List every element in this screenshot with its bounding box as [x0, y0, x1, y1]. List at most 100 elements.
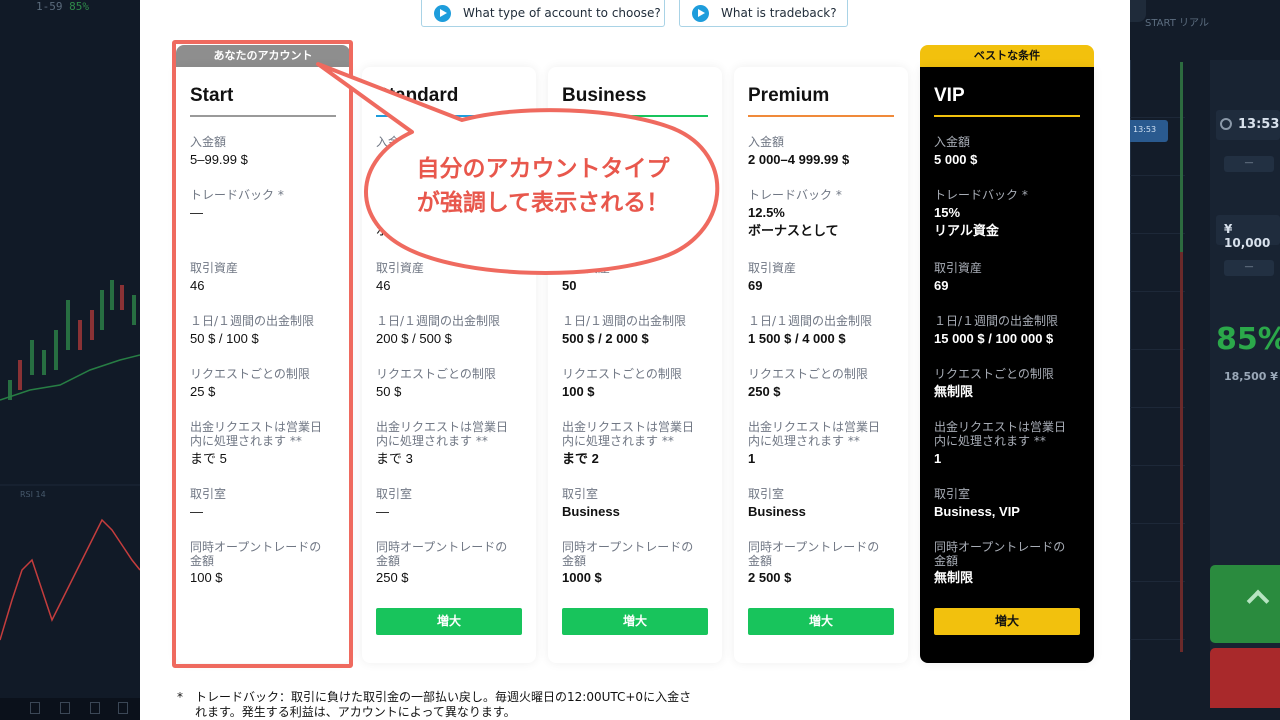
assets-label: 取引資産 — [190, 261, 239, 275]
deposit-value: 5 000 $ — [934, 152, 978, 167]
room-label: 取引室 — [748, 487, 785, 501]
assets-value: 46 — [376, 278, 391, 293]
upgrade-button-premium[interactable]: 増大 — [748, 608, 894, 635]
plan-title: Premium — [748, 85, 830, 106]
deposit-value: 5–99.99 $ — [190, 152, 248, 167]
plan-underline — [748, 115, 894, 117]
processing-value: まで 2 — [562, 451, 599, 466]
deposit-label: 入金額 — [190, 135, 227, 149]
callout-line-2: が強調して表示される！ — [416, 190, 670, 216]
tradeback-value: 15% — [934, 205, 961, 220]
chart-tool-icon[interactable] — [90, 702, 100, 714]
per-request-value: 無制限 — [934, 384, 974, 399]
upgrade-button-standard[interactable]: 増大 — [376, 608, 522, 635]
per-request-value: 25 $ — [190, 384, 216, 399]
plan-card-vip: VIP 入金額 5 000 $ トレードバック * 15% リアル資金 取引資産… — [920, 67, 1094, 663]
play-icon — [434, 4, 451, 22]
processing-value: 1 — [934, 451, 942, 466]
sell-down-button[interactable] — [1210, 648, 1280, 708]
open-trades-label: 同時オープントレードの金額 — [562, 540, 694, 568]
open-trades-value: 無制限 — [934, 570, 974, 585]
plan-title: VIP — [934, 85, 965, 106]
processing-label: 出金リクエストは営業日内に処理されます ** — [190, 420, 323, 448]
tradeback-label: トレードバック * — [190, 188, 284, 202]
room-label: 取引室 — [934, 487, 971, 501]
open-trades-value: 2 500 $ — [748, 570, 792, 585]
processing-label: 出金リクエストは営業日内に処理されます ** — [748, 420, 881, 448]
callout-text: 自分のアカウントタイプ が強調して表示される！ — [378, 152, 708, 220]
processing-value: 1 — [748, 451, 756, 466]
deposit-label: 入金額 — [934, 135, 971, 149]
tradeback-label: トレードバック * — [934, 188, 1028, 202]
open-trades-label: 同時オープントレードの金額 — [934, 540, 1066, 568]
withdraw-limit-value: 500 $ / 2 000 $ — [562, 331, 649, 346]
price-up-marker — [1180, 62, 1183, 252]
help-button-label: What is tradeback? — [721, 6, 837, 20]
current-account-badge: あなたのアカウント — [176, 45, 350, 67]
chart-tool-icon[interactable] — [30, 702, 40, 714]
upgrade-button-business[interactable]: 増大 — [562, 608, 708, 635]
processing-label: 出金リクエストは営業日内に処理されます ** — [934, 420, 1067, 448]
assets-value: 69 — [934, 278, 949, 293]
withdraw-limit-value: 1 500 $ / 4 000 $ — [748, 331, 846, 346]
plan-title: Start — [190, 85, 234, 106]
per-request-label: リクエストごとの制限 — [748, 367, 868, 381]
per-request-label: リクエストごとの制限 — [190, 367, 310, 381]
assets-label: 取引資産 — [376, 261, 425, 275]
assets-label: 取引資産 — [562, 261, 611, 275]
amount-input[interactable]: ¥ 10,000 — [1216, 215, 1280, 250]
open-trades-value: 1000 $ — [562, 570, 602, 585]
time-selector[interactable]: 13:53 — [1216, 110, 1280, 140]
per-request-value: 100 $ — [562, 384, 595, 399]
payout-percent: 85% — [1216, 322, 1280, 357]
tradeback-help-button[interactable]: What is tradeback? — [679, 0, 848, 27]
room-value: Business — [748, 504, 806, 519]
room-value: — — [190, 504, 203, 519]
tradeback-note: ボーナスとして — [562, 223, 653, 238]
per-request-label: リクエストごとの制限 — [562, 367, 682, 381]
plan-title: Standard — [376, 85, 459, 106]
deposit-label: 入金額 — [748, 135, 785, 149]
indicator-label: RSI 14 — [20, 490, 46, 499]
tradeback-value: — — [190, 205, 203, 220]
trading-panel-right: START リアル 13:53 13:53 — ¥ 10,000 — 85% 1… — [1130, 0, 1280, 720]
chart-tool-icon[interactable] — [60, 702, 70, 714]
account-icon[interactable] — [1130, 0, 1146, 22]
callout-line-1: 自分のアカウントタイプ — [416, 156, 670, 182]
assets-label: 取引資産 — [934, 261, 983, 275]
tradeback-note: リアル資金 — [934, 223, 999, 238]
trade-panel: 13:53 — ¥ 10,000 — 85% 18,500 ¥ — [1210, 60, 1280, 708]
withdraw-limit-label: １日/１週間の出金制限 — [562, 314, 687, 328]
amount-decrease-button[interactable]: — — [1224, 260, 1274, 276]
processing-value: まで 3 — [376, 451, 413, 466]
clock-icon — [1220, 118, 1232, 130]
room-label: 取引室 — [562, 487, 599, 501]
plan-underline — [562, 115, 708, 117]
time-decrease-button[interactable]: — — [1224, 156, 1274, 172]
deposit-value: 2 000–4 999.99 $ — [748, 152, 850, 167]
candlestick-chart — [0, 280, 140, 641]
plan-card-start: Start 入金額 5–99.99 $ トレードバック * — 取引資産 46 … — [176, 67, 350, 663]
current-price-pill: 13:53 — [1130, 120, 1168, 142]
withdraw-limit-label: １日/１週間の出金制限 — [376, 314, 501, 328]
footnote-marker: * — [177, 690, 183, 704]
buy-up-button[interactable] — [1210, 565, 1280, 643]
account-types-modal: What type of account to choose? What is … — [140, 0, 1130, 720]
account-type-help-button[interactable]: What type of account to choose? — [421, 0, 665, 27]
footnote-text: トレードバック：取引に負けた取引金の一部払い戻し。毎週火曜日の12:00UTC+… — [195, 690, 692, 719]
tradeback-note: ボーナスとして — [376, 223, 467, 238]
upgrade-button-vip[interactable]: 増大 — [934, 608, 1080, 635]
room-value: Business — [562, 504, 620, 519]
assets-value: 46 — [190, 278, 205, 293]
withdraw-limit-value: 15 000 $ / 100 000 $ — [934, 331, 1054, 346]
chart-toolbar[interactable] — [0, 698, 140, 720]
per-request-label: リクエストごとの制限 — [934, 367, 1054, 381]
processing-value: まで 5 — [190, 451, 227, 466]
tradeback-value: 12.5% — [748, 205, 785, 220]
withdraw-limit-label: １日/１週間の出金制限 — [190, 314, 315, 328]
trading-chart-left: 1-59 85% RSI 14 — [0, 0, 140, 720]
deposit-label: 入金額 — [376, 135, 413, 149]
chart-tool-icon[interactable] — [118, 702, 128, 714]
deposit-label: 入金額 — [562, 135, 599, 149]
tradeback-footnote: * トレードバック：取引に負けた取引金の一部払い戻し。毎週火曜日の12:00UT… — [177, 690, 697, 720]
